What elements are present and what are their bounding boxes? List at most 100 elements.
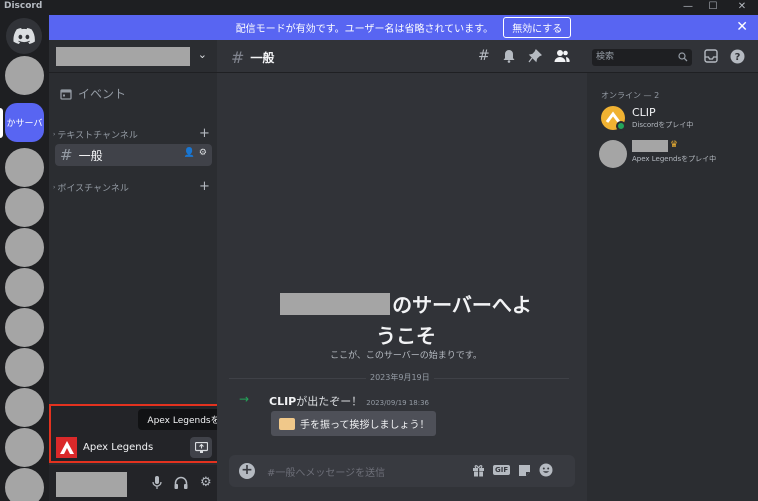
chevron-right-icon: ›	[53, 131, 56, 138]
headphones-icon[interactable]	[174, 476, 188, 489]
server-icon[interactable]	[5, 428, 44, 467]
discord-home-button[interactable]	[6, 18, 42, 54]
chevron-right-icon: ›	[53, 184, 56, 191]
search-icon	[678, 52, 688, 62]
add-channel-icon[interactable]: +	[199, 179, 210, 194]
channel-label: 一般	[78, 148, 103, 163]
member-activity: Discordをプレイ中	[632, 121, 694, 129]
category-text-channels[interactable]: › テキストチャンネル +	[53, 126, 210, 141]
bell-icon[interactable]	[502, 49, 516, 63]
search-placeholder: 検索	[596, 52, 615, 62]
wave-button-label: 手を振って挨拶しましょう！	[300, 420, 430, 431]
minimize-button[interactable]: —	[678, 0, 698, 15]
welcome-subtitle: ここが、このサーバーの始まりです。	[330, 351, 482, 361]
channel-general[interactable]: # 一般 👤 ⚙	[55, 144, 212, 166]
streamer-mode-banner: 配信モードが有効です。ユーザー名は省略されています。 無効にする ✕	[49, 15, 758, 40]
active-server-icon[interactable]: かサーバ	[5, 103, 44, 142]
chat-header: # 一般 # 検索 ?	[217, 40, 758, 73]
system-message: CLIPが出たぞー！ 2023/09/19 18:36	[269, 393, 429, 409]
search-input[interactable]: 検索	[592, 49, 692, 66]
events-label: イベント	[78, 87, 127, 101]
inbox-icon[interactable]	[704, 49, 718, 63]
title-bar: Discord — ☐ ✕	[0, 0, 758, 15]
avatar	[599, 140, 627, 168]
screen-share-icon	[194, 442, 208, 453]
threads-icon[interactable]: #	[478, 49, 490, 63]
member-list-icon[interactable]	[554, 49, 570, 63]
game-name: Apex Legends	[83, 442, 154, 453]
member-item[interactable]: ♛ Apex Legendsをプレイ中	[599, 140, 751, 170]
help-icon[interactable]: ?	[730, 49, 745, 64]
channel-title-label: 一般	[250, 51, 275, 65]
server-icon[interactable]	[5, 188, 44, 227]
emoji-icon[interactable]	[539, 463, 553, 477]
chat-area: # 一般 # 検索 ? のサーバーへよ うこそ ここが、このサーバーの始まりです…	[217, 40, 758, 501]
message-composer[interactable]: + #一般へメッセージを送信 GIF	[229, 455, 575, 487]
member-name: CLIP	[632, 106, 656, 119]
app-title: Discord	[4, 1, 43, 11]
disable-streamer-mode-button[interactable]: 無効にする	[503, 17, 572, 38]
chevron-down-icon[interactable]: ⌄	[198, 48, 207, 61]
composer-placeholder: #一般へメッセージを送信	[267, 468, 386, 479]
user-panel: ⚙	[49, 465, 217, 501]
user-settings-gear-icon[interactable]: ⚙	[200, 476, 212, 490]
category-label: テキストチャンネル	[57, 131, 138, 141]
active-server-pill	[0, 108, 3, 138]
server-rail: かサーバ	[0, 15, 49, 501]
member-activity: Apex Legendsをプレイ中	[632, 155, 717, 163]
category-label: ボイスチャンネル	[57, 184, 129, 194]
microphone-icon[interactable]	[152, 476, 162, 490]
stream-game-button[interactable]	[190, 437, 212, 458]
crown-icon: ♛	[670, 140, 679, 150]
discord-logo-icon	[13, 28, 35, 44]
wave-sticker-icon	[279, 417, 295, 430]
message-text: が出たぞー！	[296, 395, 363, 408]
server-icon[interactable]	[5, 228, 44, 267]
online-status-icon	[616, 121, 626, 131]
welcome-heading: のサーバーへよ うこそ	[261, 289, 551, 349]
message-author[interactable]: CLIP	[269, 395, 296, 408]
user-info-redacted[interactable]	[56, 472, 127, 497]
message-timestamp: 2023/09/19 18:36	[366, 399, 429, 407]
hashtag-icon: #	[231, 48, 245, 67]
calendar-icon	[60, 88, 72, 100]
apex-a-icon	[59, 441, 74, 454]
window-close-button[interactable]: ✕	[732, 0, 752, 15]
server-name-redacted	[56, 47, 190, 66]
gif-button[interactable]: GIF	[493, 465, 511, 475]
pin-icon[interactable]	[528, 49, 542, 63]
server-icon[interactable]	[5, 268, 44, 307]
maximize-button[interactable]: ☐	[703, 0, 723, 15]
gift-icon[interactable]	[472, 464, 485, 477]
server-icon[interactable]	[5, 388, 44, 427]
server-icon[interactable]	[5, 308, 44, 347]
server-icon[interactable]	[5, 468, 44, 501]
hashtag-icon: #	[60, 146, 73, 164]
online-heading: オンライン — 2	[601, 91, 660, 100]
svg-text:?: ?	[735, 52, 741, 63]
server-icon[interactable]	[5, 56, 44, 95]
sticker-icon[interactable]	[518, 464, 531, 477]
server-icon[interactable]	[5, 148, 44, 187]
member-item[interactable]: CLIP Discordをプレイ中	[601, 106, 751, 136]
attach-plus-icon[interactable]: +	[239, 463, 255, 479]
banner-close-button[interactable]: ✕	[736, 19, 748, 35]
member-list: オンライン — 2 CLIP Discordをプレイ中 ♛ Apex Legen…	[587, 73, 758, 501]
join-arrow-icon: →	[239, 392, 250, 406]
server-icon[interactable]	[5, 348, 44, 387]
wave-hello-button[interactable]: 手を振って挨拶しましょう！	[271, 411, 436, 436]
server-header[interactable]: ⌄	[49, 40, 217, 73]
discord-window: Discord — ☐ ✕ かサーバ 配信モードが有効です。ユーザー名は省略され…	[0, 0, 758, 501]
invite-icon[interactable]: 👤	[184, 148, 195, 158]
welcome-line-1: のサーバーへよ	[392, 293, 532, 317]
add-channel-icon[interactable]: +	[199, 126, 210, 141]
gear-icon[interactable]: ⚙	[199, 148, 207, 158]
welcome-line-2: うこそ	[376, 324, 436, 348]
category-voice-channels[interactable]: › ボイスチャンネル +	[53, 179, 210, 194]
events-link[interactable]: イベント	[60, 85, 126, 102]
date-divider-label: 2023年9月19日	[366, 372, 434, 383]
channel-title: # 一般	[231, 48, 274, 67]
member-name-redacted	[632, 140, 668, 152]
server-name-redacted	[280, 292, 391, 315]
apex-legends-logo-icon	[56, 437, 77, 458]
